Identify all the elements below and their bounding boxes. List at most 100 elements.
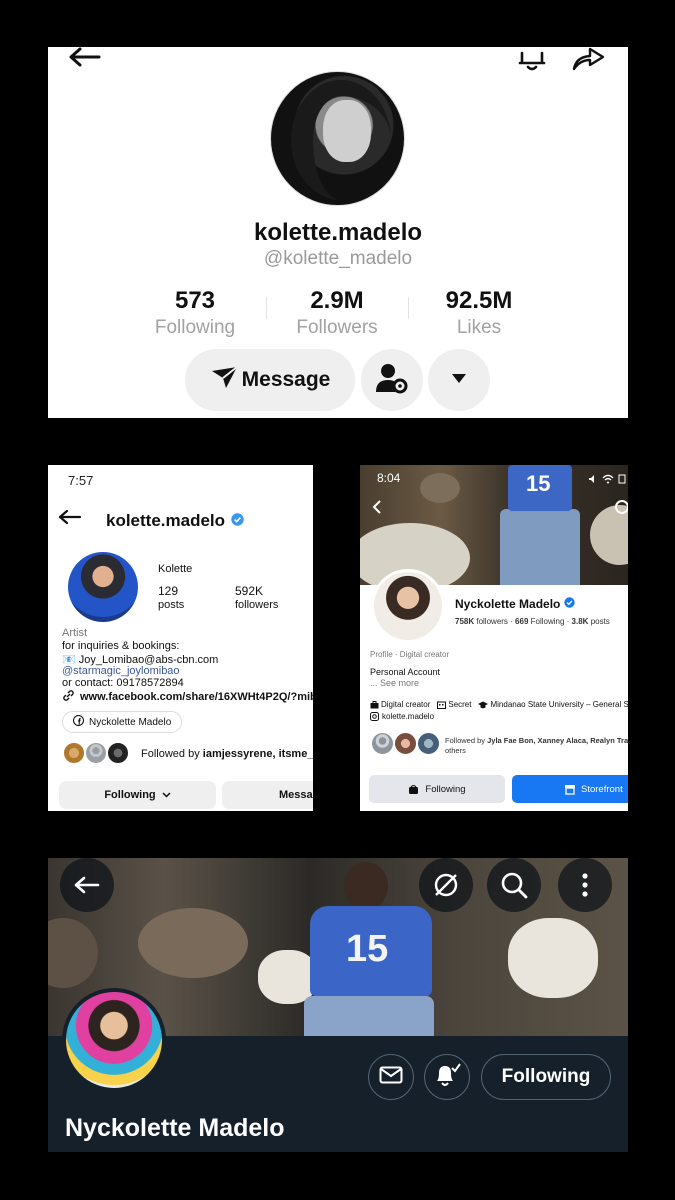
storefront-button[interactable]: Storefront <box>512 775 628 803</box>
more-options-button[interactable] <box>428 349 490 411</box>
tag-label: Secret <box>448 700 472 709</box>
message-button[interactable] <box>368 1054 414 1100</box>
bio-contact: or contact: 09178572894 <box>62 677 184 689</box>
tag-secret: Secret <box>437 700 471 709</box>
bell-icon[interactable] <box>516 47 548 76</box>
tiktok-profile-panel: kolette.madelo @kolette_madelo 573 Follo… <box>48 47 628 418</box>
follower-avatar <box>62 741 86 765</box>
following-label: Following <box>104 789 156 801</box>
followers-label[interactable]: followers <box>235 599 278 611</box>
tag-label: Mindanao State University – General S <box>490 700 628 709</box>
facebook-link-chip[interactable]: Nyckolette Madelo <box>62 711 183 733</box>
dropdown-triangle-icon <box>450 371 468 389</box>
followed-by-text[interactable]: Followed by iamjessyrene, itsme__jyl <box>141 748 313 760</box>
profile-name: Nyckolette Madelo <box>455 597 576 611</box>
back-arrow-icon[interactable] <box>60 858 114 912</box>
profile-handle: @kolette_madelo <box>263 248 413 269</box>
posts-label: posts <box>158 599 185 611</box>
name-text: Nyckolette Madelo <box>455 597 561 611</box>
x-profile-panel: 15 Following Nyckolette Madelo <box>48 858 628 1152</box>
intro-tags: Digital creator Secret Mindanao State Un… <box>370 700 628 709</box>
message-button[interactable]: Message <box>222 781 313 809</box>
stat-label: Following <box>154 317 236 338</box>
mute-icon <box>588 471 598 489</box>
user-settings-button[interactable] <box>361 349 423 411</box>
more-icon[interactable] <box>558 858 612 912</box>
avatar[interactable] <box>68 552 138 622</box>
bio-mention-link[interactable]: @starmagic_joylomibao <box>62 665 180 677</box>
instagram-link[interactable]: kolette.madelo <box>370 712 434 721</box>
followers-count[interactable]: 592K <box>235 584 263 598</box>
stat-label: Followers <box>296 317 378 338</box>
profile-stats: 758K followers · 669 Following · 3.8K po… <box>455 617 610 626</box>
stat-likes[interactable]: 92.5M Likes <box>409 287 549 339</box>
verified-badge-icon <box>564 597 576 611</box>
profile-type: Profile · Digital creator <box>370 650 450 659</box>
stat-followers[interactable]: 2.9M Followers <box>267 287 407 339</box>
following-label: Following <box>530 617 565 626</box>
link-text: www.facebook.com/share/16XWHt4P2Q/?mibex <box>80 691 313 703</box>
instagram-profile-panel: 7:57 kolette.madelo Kolette 129 posts 59… <box>48 465 313 811</box>
follower-avatar <box>106 741 130 765</box>
following-label: Following <box>425 783 466 795</box>
share-icon[interactable] <box>570 47 606 76</box>
posts-count: 129 <box>158 584 179 598</box>
followed-by-text[interactable]: Followed by Jyla Fae Bon, Xanney Alaca, … <box>445 736 628 756</box>
stat-value: 2.9M <box>310 287 364 314</box>
search-icon[interactable] <box>614 499 628 522</box>
followed-by-prefix: Followed by <box>445 736 488 745</box>
bio-url-link[interactable]: www.facebook.com/share/16XWHt4P2Q/?mibex <box>62 689 313 705</box>
message-button[interactable]: Message <box>185 349 355 411</box>
following-button[interactable]: Following <box>59 781 216 809</box>
bell-check-icon <box>433 1062 461 1093</box>
status-icons <box>588 471 626 489</box>
follower-avatar <box>84 741 108 765</box>
message-label: Message <box>279 789 313 801</box>
facebook-icon <box>72 714 85 729</box>
notifications-button[interactable] <box>424 1054 470 1100</box>
followed-by-names: iamjessyrene, itsme__jyl <box>202 748 313 760</box>
avatar[interactable] <box>371 569 445 643</box>
profile-name: kolette.madelo <box>253 219 423 246</box>
back-arrow-icon[interactable] <box>58 509 82 530</box>
graduation-cap-icon <box>478 701 489 708</box>
hide-icon[interactable] <box>419 858 473 912</box>
followers-count[interactable]: 758K <box>455 617 474 626</box>
tag-school: Mindanao State University – General S <box>478 700 628 709</box>
instagram-handle: kolette.madelo <box>382 712 435 721</box>
username-text: kolette.madelo <box>106 511 226 530</box>
followers-label: followers <box>476 617 508 626</box>
full-name: Kolette <box>158 563 193 575</box>
followed-by-others: others <box>445 746 466 755</box>
storefront-icon <box>565 784 575 795</box>
see-more-link[interactable]: ... See more <box>370 678 419 688</box>
verified-badge-icon <box>231 511 244 531</box>
briefcase-icon <box>370 700 379 708</box>
search-icon[interactable] <box>487 858 541 912</box>
tag-digital-creator: Digital creator <box>370 700 430 709</box>
following-count[interactable]: 669 <box>515 617 528 626</box>
follower-avatar <box>370 731 395 756</box>
chip-label: Nyckolette Madelo <box>89 716 172 728</box>
stat-following[interactable]: 573 Following <box>125 287 265 339</box>
send-icon <box>210 365 238 395</box>
bio-line: for inquiries & bookings: <box>62 640 180 652</box>
mail-icon <box>379 1066 403 1089</box>
back-arrow-icon[interactable] <box>68 47 102 72</box>
storefront-label: Storefront <box>581 783 623 795</box>
profile-username: kolette.madelo <box>106 511 244 531</box>
instagram-icon <box>370 712 379 721</box>
followed-by-prefix: Followed by <box>141 748 203 760</box>
followed-by-names: Jyla Fae Bon, Xanney Alaca, Realyn Tra <box>487 736 628 745</box>
status-time: 8:04 <box>377 471 401 485</box>
facebook-profile-panel: 15 8:04 Nyckolette Madelo 758K followers… <box>360 465 628 811</box>
following-button[interactable]: Following <box>481 1054 611 1100</box>
avatar[interactable] <box>62 988 166 1092</box>
stat-label: Likes <box>456 317 502 338</box>
avatar <box>270 71 405 206</box>
chevron-down-icon <box>162 789 171 801</box>
back-chevron-icon[interactable] <box>372 499 382 520</box>
following-button[interactable]: Following <box>369 775 505 803</box>
separator: · <box>564 617 572 626</box>
tag-label: Digital creator <box>381 700 431 709</box>
